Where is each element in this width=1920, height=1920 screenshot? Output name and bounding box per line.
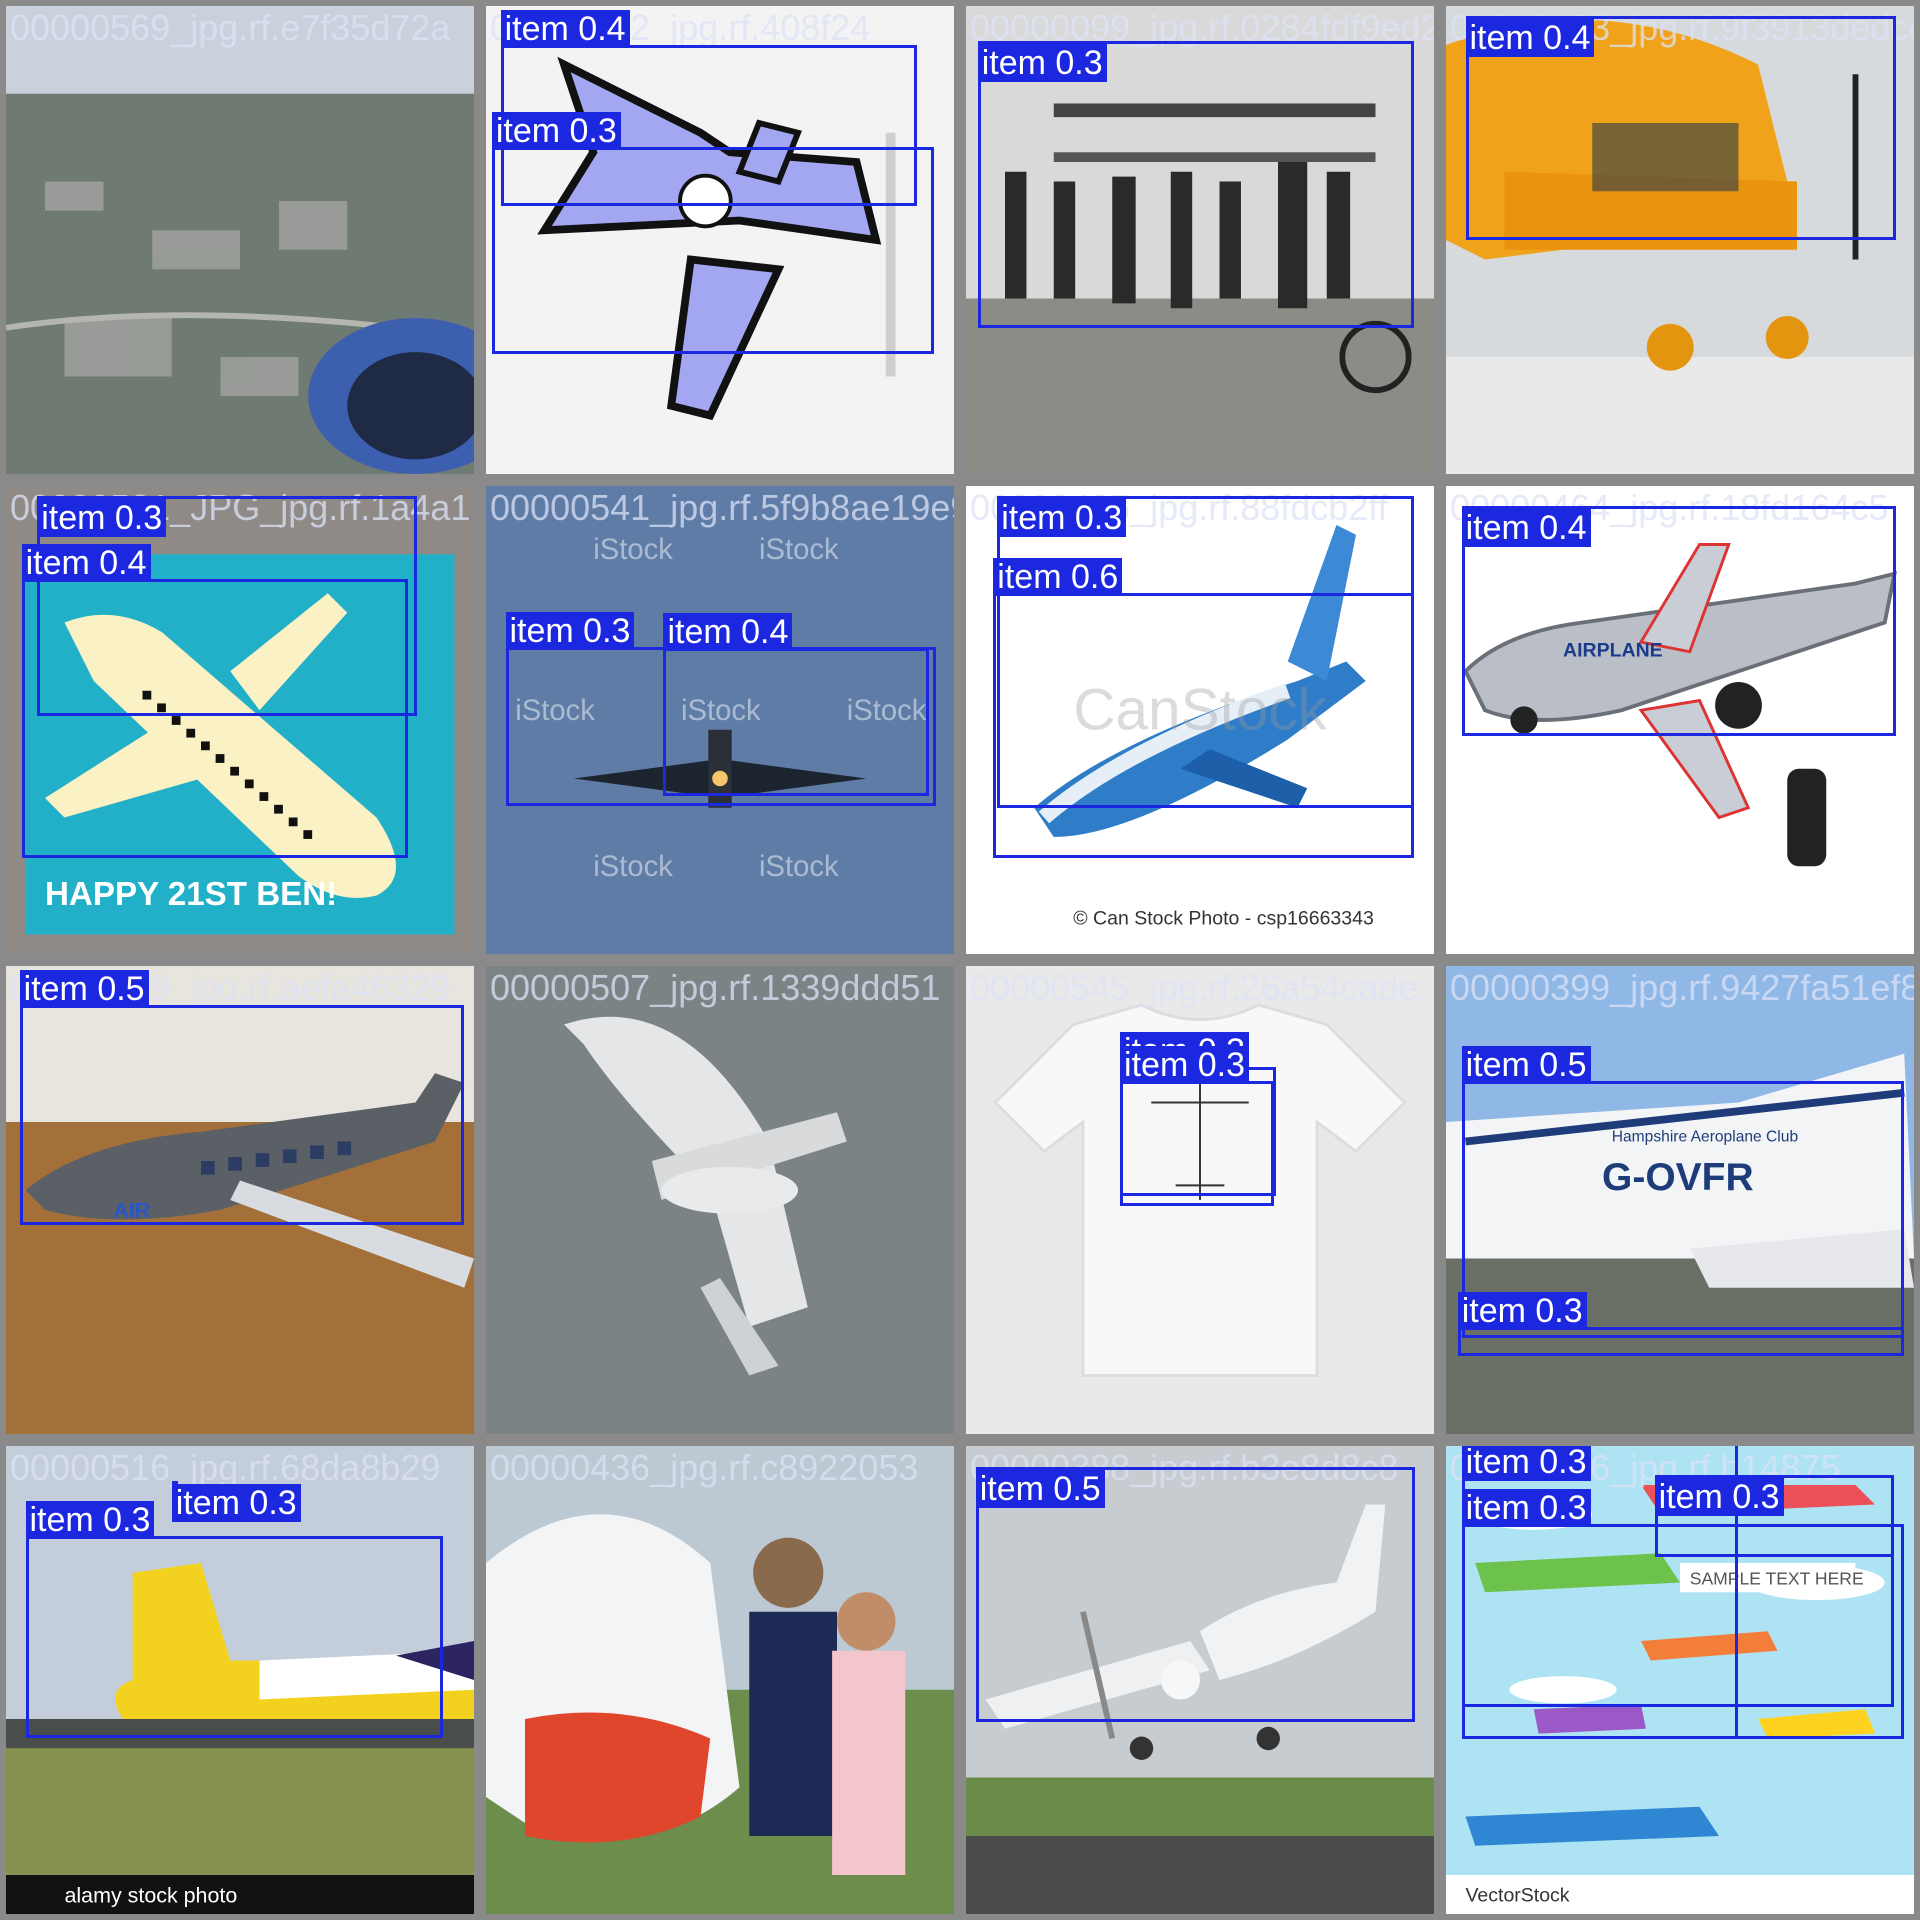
grid-tile: iStock iStock iStock iStock iStock iStock iSto… [486, 486, 954, 954]
detection-label: item 0.3 [977, 44, 1107, 83]
detection-box: item 0.3 [25, 1500, 443, 1739]
detection-box: item 0.5 [19, 970, 465, 1226]
grid-tile: CanStock © Can Stock Photo - csp16663343 0… [966, 486, 1434, 954]
svg-text:iStock: iStock [593, 534, 673, 566]
detection-box: item 0.3 [1461, 1489, 1905, 1739]
detection-label: item 0.3 [997, 498, 1127, 537]
detection-label: item 0.4 [500, 10, 630, 48]
grid-tile: 00000436_jpg.rf.c8922053 [486, 1446, 954, 1914]
grid-tile: 00000507_jpg.rf.1339ddd51 [486, 966, 954, 1434]
tile-image [486, 1446, 954, 1914]
svg-text:iStock: iStock [759, 534, 839, 566]
detection-box: item 0.6 [993, 558, 1415, 859]
grid-tile: G-OVFR Hampshire Aeroplane Club 00000399_j… [1446, 966, 1914, 1434]
detection-label: item 0.3 [1461, 1446, 1591, 1482]
detection-label: item 0.4 [21, 543, 151, 582]
detection-label: item 0.5 [1461, 1046, 1591, 1085]
grid-tile: 00000388_jpg.rf.b3e8d8c8 item 0.5 [966, 1446, 1434, 1914]
detection-box: item 0.3 [171, 1481, 301, 1523]
detection-label: item 0.6 [993, 558, 1123, 597]
tile-filename: 00000399_jpg.rf.9427fa51ef8 [1450, 967, 1914, 1008]
svg-text:iStock: iStock [593, 851, 673, 883]
detection-label: item 0.4 [663, 612, 793, 651]
grid-tile: SAMPLE TEXT HERE VectorStock 00000516_jpg.… [1446, 1446, 1914, 1914]
detection-label: item 0.3 [171, 1484, 301, 1523]
detection-box: item 0.4 [663, 612, 929, 797]
tile-image [6, 6, 474, 474]
detection-label: item 0.3 [1461, 1489, 1591, 1527]
detection-label: item 0.3 [505, 611, 635, 650]
detection-box: item 0.3 [491, 112, 935, 355]
tile-image [486, 966, 954, 1434]
grid-tile: AIR 00000529_jpg.rf.aefa46329 item 0.5 [6, 966, 474, 1434]
detection-label: item 0.4 [1465, 18, 1595, 57]
svg-text:iStock: iStock [759, 851, 839, 883]
tile-filename: 00000507_jpg.rf.1339ddd51 [490, 967, 941, 1008]
detection-box: item 0.3 [977, 41, 1415, 328]
detection-label: item 0.3 [37, 498, 167, 537]
detection-grid: 00000569_jpg.rf.e7f35d72a 00000192_jpg.rf… [0, 0, 1920, 1920]
tile-filename: 00000436_jpg.rf.c8922053 [490, 1447, 919, 1488]
tile-filename: 00000569_jpg.rf.e7f35d72a [10, 7, 451, 48]
detection-box: item 0.4 [21, 543, 408, 859]
tile-filename: 00000545_jpg.rf.26a54cade [970, 967, 1419, 1008]
grid-tile: 00000545_jpg.rf.26a54cadeitem 0.3item 0.… [966, 966, 1434, 1434]
tile-filename: 00000541_jpg.rf.5f9b8ae19e9 [490, 487, 954, 528]
grid-tile: AIRPLANE 00000464_jpg.rf.18fd164c5 item 0.… [1446, 486, 1914, 954]
grid-tile: 00000073_jpg.rf.9f3913dedcc item 0.4 [1446, 6, 1914, 474]
grid-tile: 00000569_jpg.rf.e7f35d72a [6, 6, 474, 474]
detection-label: item 0.4 [1461, 508, 1591, 547]
grid-tile: 00000192_jpg.rf.408f24 item 0.4 item 0.3 [486, 6, 954, 474]
grid-tile: 00000099_jpg.rf.0284fdf9ed2 item 0.3 [966, 6, 1434, 474]
detection-box: item 0.4 [1461, 505, 1897, 736]
detection-box: item 0.3 [1457, 1291, 1905, 1356]
detection-label: item 0.3 [491, 112, 621, 151]
detection-label: item 0.5 [19, 970, 149, 1008]
detection-label: item 0.5 [975, 1470, 1105, 1509]
svg-text:HAPPY 21ST BEN!: HAPPY 21ST BEN! [45, 876, 337, 913]
detection-label: item 0.3 [25, 1500, 155, 1539]
grid-tile: HAPPY 21ST BEN! 00000531_JPG_jpg.rf.1a4a1… [6, 486, 474, 954]
svg-text:© Can Stock Photo - csp1666334: © Can Stock Photo - csp16663343 [1073, 908, 1374, 930]
detection-label: item 0.3 [1120, 1046, 1249, 1085]
detection-box: item 0.5 [975, 1467, 1415, 1722]
detection-box: item 0.3 [1120, 1046, 1275, 1206]
grid-tile: alamy stock photo 00000516_jpg.rf.68da8b2… [6, 1446, 474, 1914]
svg-text:VectorStock: VectorStock [1466, 1884, 1570, 1906]
detection-label: item 0.3 [1457, 1291, 1587, 1330]
svg-text:alamy stock photo: alamy stock photo [65, 1883, 238, 1907]
tile-filename: 00000516_jpg.rf.68da8b29 [10, 1447, 441, 1488]
detection-label: item 0.3 [1654, 1478, 1784, 1517]
detection-box: item 0.4 [1465, 15, 1897, 240]
